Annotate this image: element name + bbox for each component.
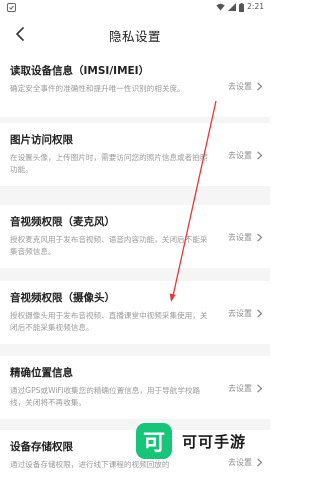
permission-title: 音视频权限（麦克风） bbox=[10, 216, 115, 228]
brand-watermark: 可 可可手游 bbox=[136, 422, 258, 460]
permission-description: 确定安全事件的准确性和提升唯一性识别的相关度。 bbox=[10, 84, 185, 93]
status-icons: 2:21 bbox=[216, 2, 264, 12]
permission-description: 通过设备存储权限，进行线下课程的视频回放的 bbox=[10, 460, 170, 469]
permission-description: 授权麦克风用于发布音视频、语音内容功能，关闭后不能采集音频信息。 bbox=[10, 235, 208, 256]
permission-title: 音视频权限（摄像头） bbox=[10, 292, 115, 304]
go-settings-button[interactable]: 去设置 bbox=[228, 308, 263, 319]
battery-icon bbox=[239, 2, 245, 12]
chevron-right-icon bbox=[257, 309, 263, 318]
go-settings-button[interactable]: 去设置 bbox=[228, 383, 263, 394]
permission-item-microphone: 音视频权限（麦克风） 授权麦克风用于发布音视频、语音内容功能，关闭后不能采集音频… bbox=[0, 205, 270, 268]
chevron-right-icon bbox=[257, 233, 263, 242]
chevron-right-icon bbox=[257, 384, 263, 393]
chevron-right-icon bbox=[257, 151, 263, 160]
go-settings-label: 去设置 bbox=[228, 151, 252, 160]
permission-title: 设备存储权限 bbox=[10, 441, 73, 453]
permission-title: 读取设备信息（IMSI/IMEI） bbox=[10, 65, 150, 77]
permission-item-camera: 音视频权限（摄像头） 授权摄像头用于发布音视频、直播课堂中视频采集使用，关闭后不… bbox=[0, 281, 270, 344]
page-title: 隐私设置 bbox=[108, 29, 161, 44]
notification-icon bbox=[7, 3, 16, 12]
status-time: 2:21 bbox=[247, 2, 264, 11]
permission-title: 图片访问权限 bbox=[10, 134, 73, 146]
go-settings-label: 去设置 bbox=[228, 384, 252, 393]
go-settings-button[interactable]: 去设置 bbox=[228, 81, 263, 92]
brand-logo: 可 bbox=[136, 423, 172, 459]
brand-name: 可可手游 bbox=[182, 432, 247, 451]
permission-description: 通过GPS或WiFi收集您的精确位置信息，用于导航学校路线，关闭将不再收集。 bbox=[10, 386, 201, 407]
permission-item-device-info: 读取设备信息（IMSI/IMEI） 确定安全事件的准确性和提升唯一性识别的相关度… bbox=[0, 54, 270, 117]
wifi-icon bbox=[216, 3, 225, 11]
nav-bar: 隐私设置 bbox=[0, 14, 270, 54]
chevron-right-icon bbox=[257, 82, 263, 91]
permission-description: 在设置头像，上传图片时，需要访问您的照片信息或者拍照功能。 bbox=[10, 153, 208, 174]
permission-title: 精确位置信息 bbox=[10, 367, 73, 379]
status-bar: 2:21 bbox=[0, 0, 270, 14]
permission-item-precise-location: 精确位置信息 通过GPS或WiFi收集您的精确位置信息，用于导航学校路线，关闭将… bbox=[0, 356, 270, 419]
go-settings-label: 去设置 bbox=[228, 82, 252, 91]
go-settings-label: 去设置 bbox=[228, 233, 252, 242]
permission-description: 授权摄像头用于发布音视频、直播课堂中视频采集使用，关闭后不能采集视频信息。 bbox=[10, 311, 208, 332]
go-settings-label: 去设置 bbox=[228, 309, 252, 318]
permission-list: 读取设备信息（IMSI/IMEI） 确定安全事件的准确性和提升唯一性识别的相关度… bbox=[0, 54, 270, 480]
permission-item-photo-access: 图片访问权限 在设置头像，上传图片时，需要访问您的照片信息或者拍照功能。 去设置 bbox=[0, 123, 270, 186]
go-settings-button[interactable]: 去设置 bbox=[228, 232, 263, 243]
go-settings-button[interactable]: 去设置 bbox=[228, 150, 263, 161]
signal-icon bbox=[228, 3, 237, 11]
